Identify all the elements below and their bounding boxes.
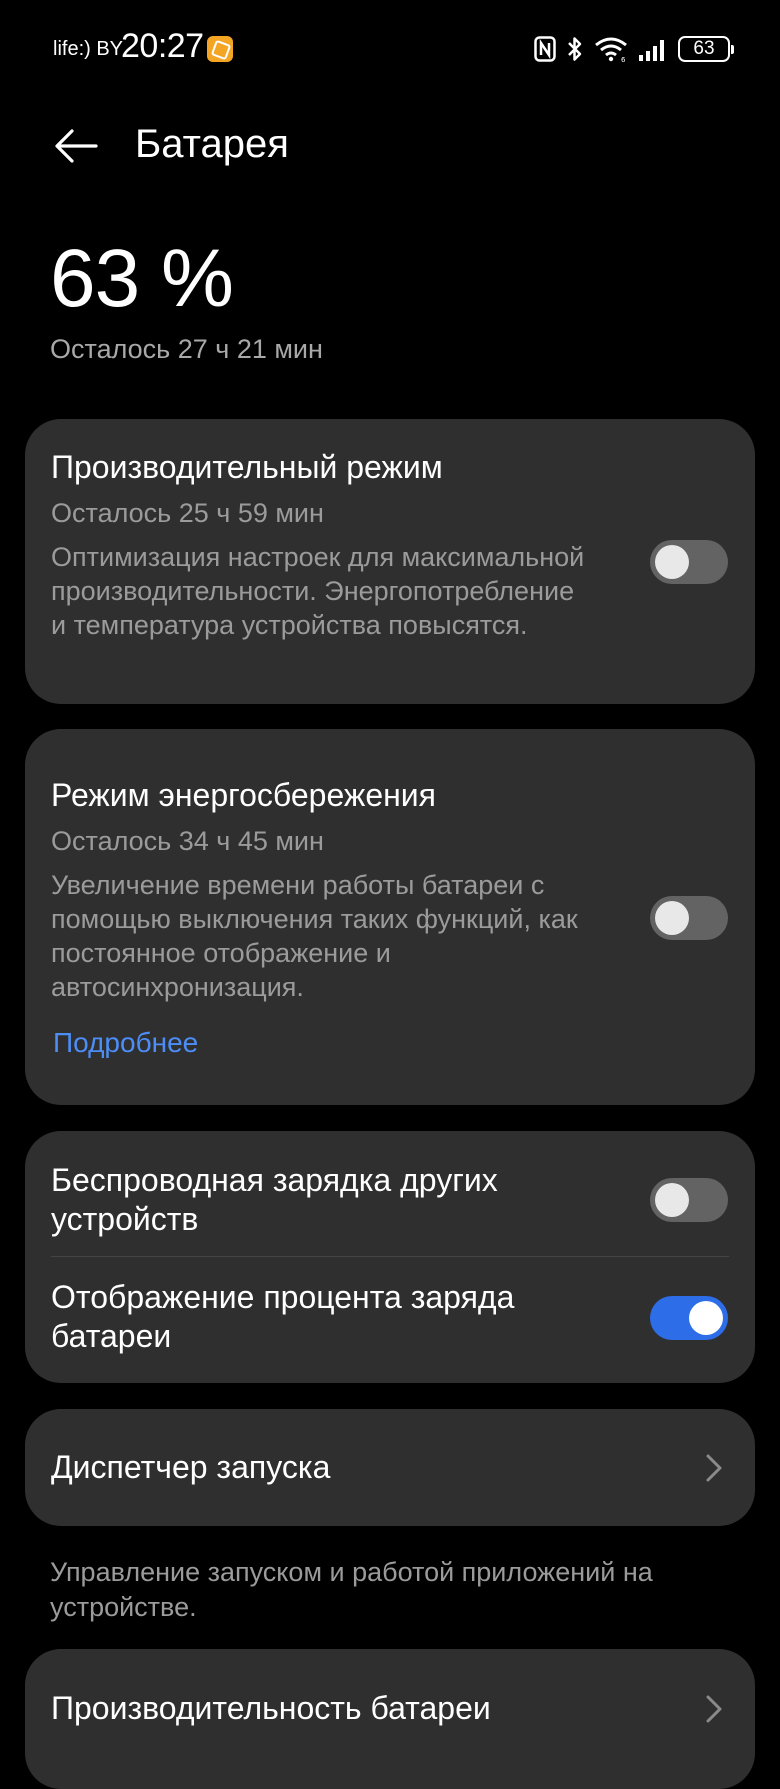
chevron-right-icon <box>706 1454 722 1482</box>
battery-performance-label: Производительность батареи <box>51 1690 491 1726</box>
performance-mode-title: Производительный режим <box>51 449 443 485</box>
divider <box>51 1256 729 1257</box>
wireless-reverse-charging-toggle[interactable] <box>650 1178 728 1222</box>
carrier-label: life:) BY <box>53 38 124 60</box>
power-saving-remaining: Осталось 34 ч 45 мин <box>51 826 324 856</box>
page-title: Батарея <box>135 122 289 166</box>
toggle-knob <box>655 901 689 935</box>
chevron-right-icon <box>706 1695 722 1723</box>
battery-performance-item[interactable]: Производительность батареи <box>25 1649 755 1789</box>
svg-text:6: 6 <box>621 56 626 62</box>
power-saving-toggle[interactable] <box>650 896 728 940</box>
performance-mode-toggle[interactable] <box>650 540 728 584</box>
power-saving-title: Режим энергосбережения <box>51 777 436 813</box>
launch-manager-item[interactable]: Диспетчер запуска <box>25 1409 755 1526</box>
power-saving-card[interactable]: Режим энергосбережения Осталось 34 ч 45 … <box>25 729 755 1105</box>
toggle-knob <box>689 1301 723 1335</box>
bluetooth-icon <box>568 37 582 61</box>
more-info-link[interactable]: Подробнее <box>53 1027 198 1059</box>
battery-percent-display-label: Отображение процента заряда батареи <box>51 1279 515 1354</box>
power-saving-description: Увеличение времени работы батареи с помо… <box>51 870 578 1002</box>
toggle-knob <box>655 545 689 579</box>
performance-mode-remaining: Осталось 25 ч 59 мин <box>51 498 324 528</box>
signal-icon <box>639 40 664 61</box>
battery-percent-display-toggle[interactable] <box>650 1296 728 1340</box>
nfc-icon <box>534 36 556 62</box>
battery-percent: 63 % <box>50 233 234 324</box>
status-bar: life:) BY 20:27 6 63 <box>0 0 780 96</box>
notification-app-icon <box>207 36 233 62</box>
battery-remaining-time: Осталось 27 ч 21 мин <box>50 334 323 364</box>
battery-options-card: Беспроводная зарядка других устройств От… <box>25 1131 755 1383</box>
toggle-knob <box>655 1183 689 1217</box>
performance-mode-card[interactable]: Производительный режим Осталось 25 ч 59 … <box>25 419 755 704</box>
performance-mode-description: Оптимизация настроек для максимальной пр… <box>51 542 585 640</box>
battery-icon: 63 <box>678 36 734 62</box>
status-icons: 6 63 <box>534 34 734 64</box>
back-arrow-icon[interactable] <box>52 122 100 170</box>
clock: 20:27 <box>121 27 204 65</box>
wifi-icon: 6 <box>595 37 627 62</box>
launch-manager-footnote: Управление запуском и работой приложений… <box>50 1557 653 1622</box>
launch-manager-label: Диспетчер запуска <box>51 1449 331 1485</box>
wireless-reverse-charging-label: Беспроводная зарядка других устройств <box>51 1162 498 1237</box>
